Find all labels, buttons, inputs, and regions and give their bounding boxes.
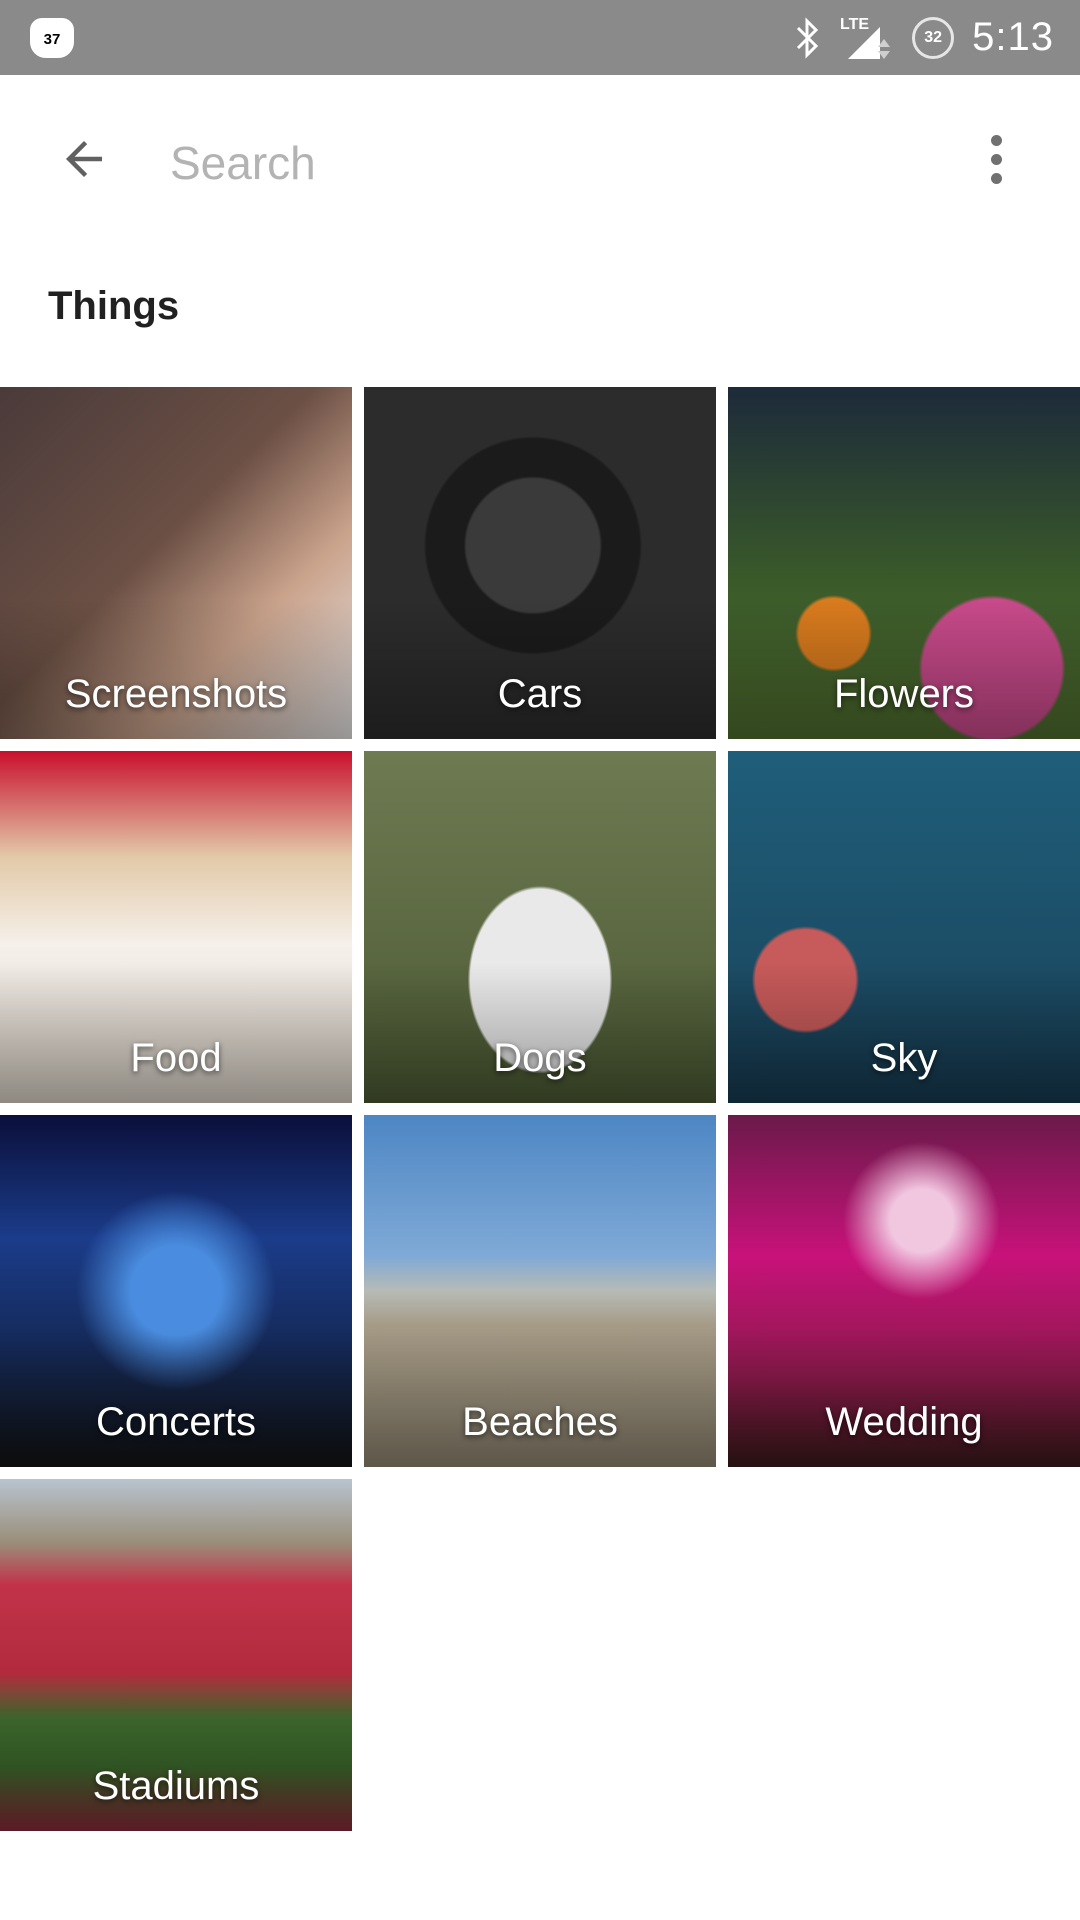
notification-cat-icon: 37 — [30, 18, 74, 58]
section-title: Things — [48, 284, 180, 328]
tile-dogs[interactable]: Dogs — [364, 751, 716, 1103]
lte-signal-icon: LTE — [838, 13, 894, 63]
tile-label: Cars — [497, 672, 583, 716]
tile-beaches[interactable]: Beaches — [364, 1115, 716, 1467]
search-app-bar — [0, 75, 1080, 245]
tile-wedding[interactable]: Wedding — [728, 1115, 1080, 1467]
tile-label: Concerts — [95, 1400, 257, 1444]
tile-label: Flowers — [833, 672, 975, 716]
clock: 5:13 — [972, 15, 1054, 59]
more-vert-icon — [990, 134, 1002, 146]
back-button[interactable] — [44, 119, 124, 199]
tile-label: Dogs — [493, 1036, 587, 1080]
status-bar: 37 LTE 32 5:13 — [0, 0, 1080, 75]
arrow-back-icon — [66, 141, 102, 177]
tile-concerts[interactable]: Concerts — [0, 1115, 352, 1467]
tile-label: Screenshots — [64, 672, 288, 716]
status-icons: LTE 32 5:13 — [794, 0, 1054, 75]
tile-stadiums[interactable]: Stadiums — [0, 1479, 352, 1831]
tile-label: Food — [130, 1036, 222, 1080]
tile-label: Stadiums — [92, 1764, 260, 1808]
notification-count: 37 — [37, 28, 67, 52]
tile-sky[interactable]: Sky — [728, 751, 1080, 1103]
more-options-button[interactable] — [966, 119, 1026, 199]
tile-label: Beaches — [462, 1400, 618, 1444]
tile-screenshots[interactable]: Screenshots — [0, 387, 352, 739]
bluetooth-icon — [794, 16, 820, 59]
tile-flowers[interactable]: Flowers — [728, 387, 1080, 739]
battery-icon: 32 — [912, 16, 955, 59]
tile-label: Wedding — [825, 1400, 983, 1444]
tile-label: Sky — [870, 1036, 938, 1080]
search-input[interactable] — [168, 127, 932, 199]
tile-food[interactable]: Food — [0, 751, 352, 1103]
tile-cars[interactable]: Cars — [364, 387, 716, 739]
svg-text:LTE: LTE — [840, 16, 869, 33]
